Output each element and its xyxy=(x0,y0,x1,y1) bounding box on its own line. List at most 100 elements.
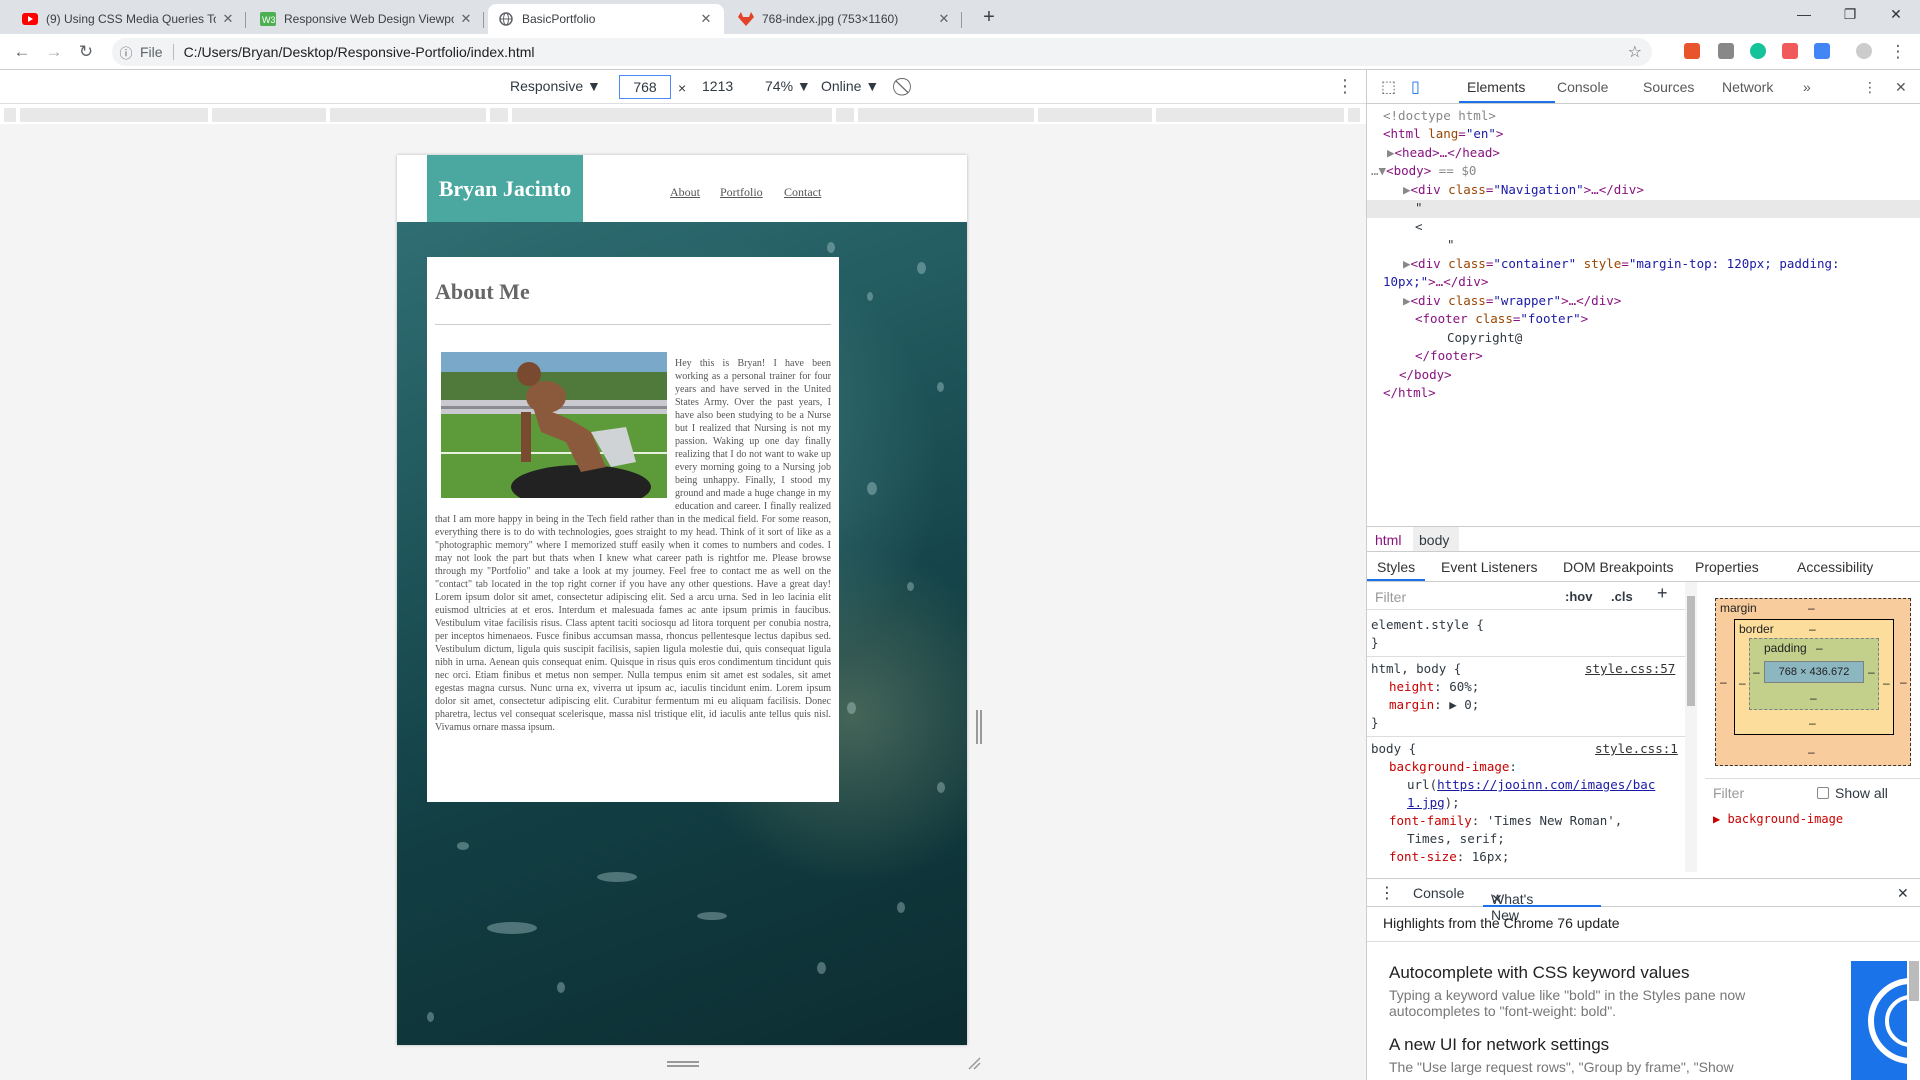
extension-cast-icon[interactable] xyxy=(1782,43,1798,59)
inspect-element-icon[interactable]: ⬚ xyxy=(1381,77,1396,97)
styles-scrollbar[interactable] xyxy=(1685,582,1697,872)
viewport-height-input[interactable]: 1213 xyxy=(702,78,733,94)
margin-right-value[interactable]: – xyxy=(1900,675,1907,689)
dom-doctype[interactable]: <!doctype html> xyxy=(1383,107,1496,126)
tab-console[interactable]: Console xyxy=(1557,79,1608,95)
margin-top-value[interactable]: – xyxy=(1808,601,1815,615)
viewport-width-input[interactable]: 768 xyxy=(619,75,671,99)
rule-element-style[interactable]: element.style { xyxy=(1371,616,1484,634)
back-icon[interactable]: ← xyxy=(10,40,34,64)
media-query-segment[interactable] xyxy=(512,108,832,122)
tab-network[interactable]: Network xyxy=(1722,79,1773,95)
padding-left-value[interactable]: – xyxy=(1753,665,1760,679)
dom-container-div-cont[interactable]: 10px;">…</div> xyxy=(1383,273,1488,292)
css-value-url[interactable]: url(https://jooinn.com/images/bac xyxy=(1407,776,1655,794)
close-icon[interactable]: ✕ xyxy=(458,11,474,27)
subtab-event-listeners[interactable]: Event Listeners xyxy=(1441,559,1538,575)
device-toggle-icon[interactable]: ▯ xyxy=(1411,77,1420,97)
device-mode-select[interactable]: Responsive ▼ xyxy=(510,78,601,94)
site-brand[interactable]: Bryan Jacinto xyxy=(427,155,583,222)
css-declaration[interactable]: background-image: xyxy=(1389,758,1517,776)
border-bottom-value[interactable]: – xyxy=(1809,716,1816,730)
info-icon[interactable]: ⓘ xyxy=(112,43,140,62)
border-top-value[interactable]: – xyxy=(1809,622,1816,636)
media-query-segment[interactable] xyxy=(1348,108,1360,122)
viewport-resize-handle-right[interactable] xyxy=(976,710,982,744)
close-icon[interactable]: ✕ xyxy=(936,11,952,27)
subtab-properties[interactable]: Properties xyxy=(1695,559,1759,575)
computed-property-row[interactable]: ▶ background-image xyxy=(1713,812,1913,826)
dom-text-node[interactable]: " xyxy=(1415,199,1423,218)
dom-head[interactable]: ▶<head>…</head> xyxy=(1387,144,1500,163)
media-query-segment[interactable] xyxy=(212,108,326,122)
dom-wrapper-div[interactable]: ▶<div class="wrapper">…</div> xyxy=(1403,292,1621,311)
drawer-tab-console[interactable]: Console xyxy=(1413,885,1464,901)
close-icon[interactable]: ✕ xyxy=(698,11,714,27)
subtab-styles[interactable]: Styles xyxy=(1377,559,1415,575)
dom-container-div[interactable]: ▶<div class="container" style="margin-to… xyxy=(1403,255,1840,274)
padding-top-value[interactable]: – xyxy=(1816,641,1823,655)
dom-text-node[interactable]: " xyxy=(1447,236,1455,255)
box-model-border[interactable]: border – – – – padding – – – – 768 × 436… xyxy=(1734,619,1894,735)
drawer-menu-icon[interactable]: ⋮ xyxy=(1379,883,1395,903)
subtab-dom-breakpoints[interactable]: DOM Breakpoints xyxy=(1563,559,1673,575)
forward-icon[interactable]: → xyxy=(42,40,66,64)
new-tab-button[interactable]: + xyxy=(978,6,1000,29)
css-value-url-cont[interactable]: 1.jpg); xyxy=(1407,794,1460,812)
media-query-segment[interactable] xyxy=(858,108,1034,122)
breadcrumb-body[interactable]: body xyxy=(1413,527,1459,551)
whats-new-item-title[interactable]: A new UI for network settings xyxy=(1389,1035,1609,1055)
media-query-segment[interactable] xyxy=(836,108,854,122)
address-bar[interactable]: ⓘ File C:/Users/Bryan/Desktop/Responsive… xyxy=(112,38,1652,66)
profile-avatar[interactable] xyxy=(1856,43,1872,59)
padding-right-value[interactable]: – xyxy=(1868,665,1875,679)
url-text[interactable]: C:/Users/Bryan/Desktop/Responsive-Portfo… xyxy=(184,44,535,60)
media-query-segment[interactable] xyxy=(1156,108,1344,122)
computed-filter-input[interactable]: Filter xyxy=(1713,785,1744,801)
extension-pdf-icon[interactable] xyxy=(1718,43,1734,59)
browser-tab-basicportfolio[interactable]: BasicPortfolio ✕ xyxy=(488,4,724,34)
kebab-menu-icon[interactable]: ⋮ xyxy=(1886,40,1910,64)
viewport-resize-handle-bottom[interactable] xyxy=(667,1061,699,1067)
dom-html-open[interactable]: <html lang="en"> xyxy=(1383,125,1503,144)
window-close-icon[interactable]: ✕ xyxy=(1886,6,1906,23)
border-left-value[interactable]: – xyxy=(1739,676,1746,690)
more-tabs-icon[interactable]: » xyxy=(1803,79,1811,95)
rule-source-link[interactable]: style.css:1 xyxy=(1595,740,1678,758)
minimize-icon[interactable]: — xyxy=(1794,6,1814,22)
devtools-close-icon[interactable]: ✕ xyxy=(1895,79,1907,96)
rule-selector[interactable]: html, body { xyxy=(1371,660,1461,678)
viewport-resize-corner-icon[interactable] xyxy=(967,1056,981,1070)
bookmark-star-icon[interactable]: ☆ xyxy=(1628,42,1642,62)
network-throttle-select[interactable]: Online ▼ xyxy=(821,78,879,94)
nav-link-about[interactable]: About xyxy=(670,185,700,200)
drawer-close-icon[interactable]: ✕ xyxy=(1897,885,1909,902)
css-value-cont[interactable]: Times, serif; xyxy=(1407,830,1505,848)
zoom-select[interactable]: 74% ▼ xyxy=(765,78,811,94)
device-toolbar-menu-icon[interactable]: ⋮ xyxy=(1336,76,1354,97)
whats-new-thumbnail[interactable] xyxy=(1851,961,1907,1080)
margin-bottom-value[interactable]: – xyxy=(1808,745,1815,759)
media-query-segment[interactable] xyxy=(490,108,508,122)
dom-body-open[interactable]: …▼<body> == $0 xyxy=(1371,162,1476,181)
media-query-segment[interactable] xyxy=(1038,108,1152,122)
restore-icon[interactable]: ❐ xyxy=(1840,6,1860,23)
extension-picker-icon[interactable] xyxy=(1814,43,1830,59)
whats-new-scrollbar[interactable] xyxy=(1909,961,1919,1001)
subtab-accessibility[interactable]: Accessibility xyxy=(1797,559,1873,575)
cls-toggle[interactable]: .cls xyxy=(1611,588,1633,606)
css-declaration[interactable]: margin: ▶ 0; xyxy=(1389,696,1479,714)
browser-tab-youtube[interactable]: (9) Using CSS Media Queries To C ✕ xyxy=(12,4,246,34)
box-model-margin[interactable]: margin – – – – border – – – – padding – … xyxy=(1715,598,1911,766)
dom-body-close[interactable]: </body> xyxy=(1399,366,1452,385)
close-icon[interactable]: ✕ xyxy=(220,11,236,27)
nav-link-contact[interactable]: Contact xyxy=(784,185,821,200)
extension-grammarly-icon[interactable] xyxy=(1750,43,1766,59)
dom-text-node[interactable]: < xyxy=(1415,218,1423,237)
border-right-value[interactable]: – xyxy=(1883,676,1890,690)
media-query-bar[interactable] xyxy=(0,106,1366,124)
whats-new-item-title[interactable]: Autocomplete with CSS keyword values xyxy=(1389,963,1689,983)
media-query-segment[interactable] xyxy=(4,108,16,122)
box-model-padding[interactable]: padding – – – – 768 × 436.672 xyxy=(1749,638,1879,710)
devtools-menu-icon[interactable]: ⋮ xyxy=(1863,79,1877,96)
